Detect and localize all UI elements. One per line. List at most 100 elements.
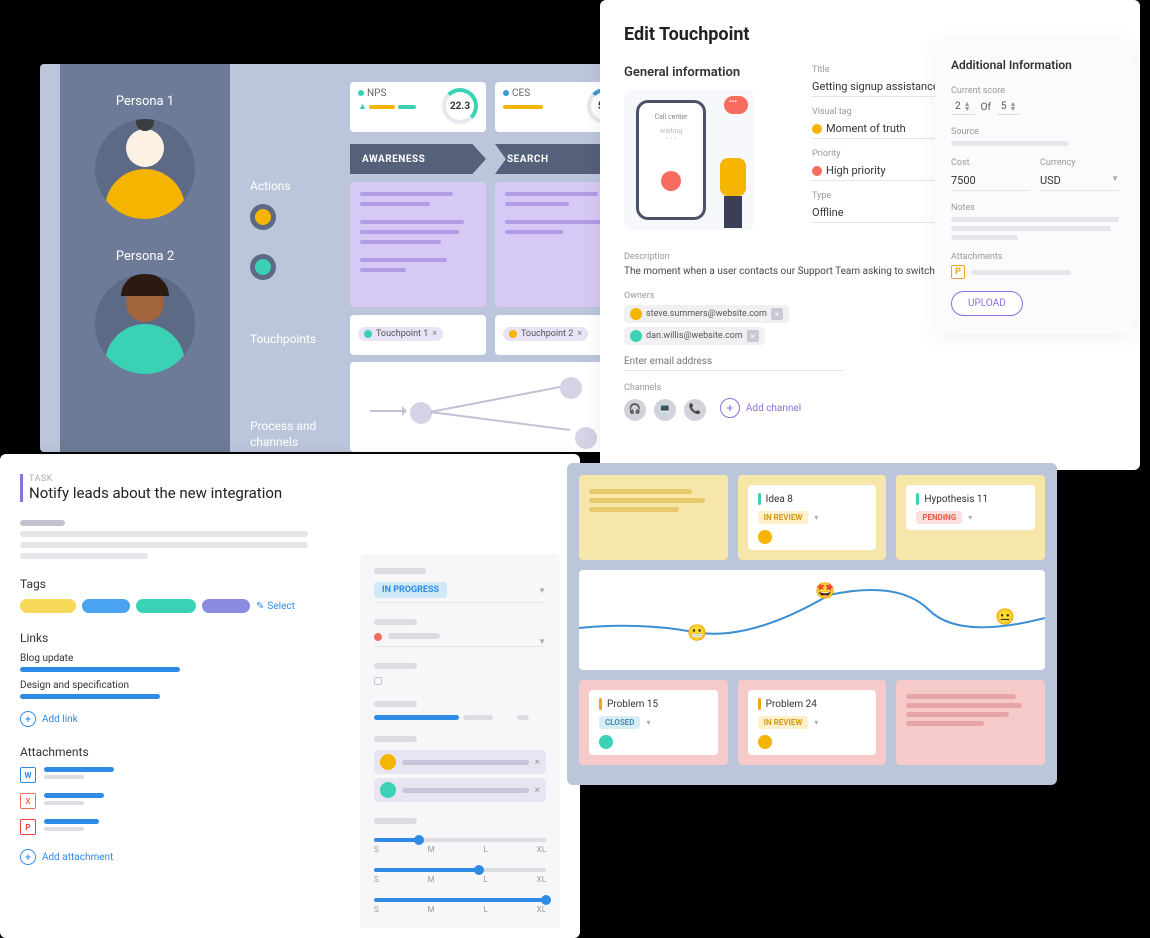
chevron-down-icon[interactable]: ▾	[814, 718, 818, 727]
attachment-item[interactable]: P	[20, 819, 340, 835]
remove-icon[interactable]: ×	[432, 329, 437, 339]
remove-icon[interactable]: ×	[577, 329, 582, 339]
tag-pill[interactable]	[202, 599, 250, 613]
row-actions-label: Actions	[250, 179, 291, 193]
row-avatar-icon	[250, 204, 276, 230]
board-cell[interactable]: Hypothesis 11 PENDING▾	[896, 475, 1045, 560]
assignee-chip[interactable]: ×	[374, 750, 546, 774]
add-attachment-button[interactable]: +Add attachment	[20, 849, 113, 865]
add-channel-button[interactable]: +Add channel	[720, 398, 801, 418]
tag-pill[interactable]	[20, 599, 76, 613]
task-title[interactable]: Notify leads about the new integration	[20, 484, 340, 502]
assignee-chip[interactable]: ×	[374, 778, 546, 802]
attachment-item[interactable]: X	[20, 793, 340, 809]
process-diagram[interactable]	[350, 362, 608, 452]
remove-icon[interactable]: ×	[747, 330, 759, 342]
persona-1-avatar	[95, 119, 195, 219]
additional-heading: Additional Information	[951, 58, 1119, 72]
chevron-down-icon[interactable]: ▾	[814, 513, 818, 522]
owner-chip[interactable]: dan.willis@website.com×	[624, 327, 765, 345]
touchpoint-2-label: Touchpoint 2	[521, 329, 573, 339]
touchpoint-card-2[interactable]: Touchpoint 2 ×	[495, 315, 608, 355]
touchpoint-1-label: Touchpoint 1	[376, 329, 428, 339]
idea-8-card[interactable]: Idea 8 IN REVIEW▾	[748, 485, 877, 550]
status-badge[interactable]: IN PROGRESS	[374, 582, 447, 598]
status-badge: PENDING	[916, 511, 962, 524]
attachments-label: Attachments	[951, 252, 1119, 262]
task-kicker: TASK	[20, 474, 340, 484]
channel-laptop-icon[interactable]: 💻	[654, 399, 676, 421]
cost-input[interactable]: 7500	[951, 171, 1030, 191]
channel-phone-icon[interactable]: 📞	[684, 399, 706, 421]
channels-label: Channels	[624, 383, 1116, 393]
journey-map-panel: Persona 1 Persona 2 Actions Touchpoints …	[40, 64, 608, 452]
hypothesis-11-card[interactable]: Hypothesis 11 PENDING▾	[906, 485, 1035, 530]
owner-email-input[interactable]	[624, 353, 844, 371]
upload-button[interactable]: UPLOAD	[951, 291, 1023, 316]
row-touchpoints-label: Touchpoints	[250, 332, 316, 346]
plus-icon: +	[20, 711, 36, 727]
score-to-input[interactable]: 5▲▼	[997, 99, 1021, 115]
problem-15-card[interactable]: Problem 15 CLOSED▾	[589, 690, 718, 755]
size-slider[interactable]	[374, 838, 546, 842]
add-link-button[interactable]: +Add link	[20, 711, 78, 727]
phone-illustration: Call center waiting • • •	[624, 90, 754, 230]
remove-icon[interactable]: ×	[535, 757, 540, 768]
board-cell[interactable]: Problem 15 CLOSED▾	[579, 680, 728, 765]
plus-icon: +	[20, 849, 36, 865]
remove-icon[interactable]: ×	[771, 308, 783, 320]
links-section-label: Links	[20, 631, 340, 645]
currency-label: Currency	[1040, 158, 1119, 168]
link-item[interactable]: Design and specification	[20, 680, 340, 699]
stage-awareness[interactable]: AWARENESS	[350, 144, 486, 174]
persona-2-name: Persona 2	[60, 249, 230, 264]
channel-headset-icon[interactable]: 🎧	[624, 399, 646, 421]
emotion-chart: 😬 🤩 😐	[579, 570, 1045, 670]
chevron-down-icon[interactable]: ▾	[968, 513, 972, 522]
size-slider[interactable]	[374, 868, 546, 872]
cost-label: Cost	[951, 158, 1030, 168]
ces-metric-card[interactable]: CES 5.4	[495, 82, 608, 132]
task-panel: TASK Notify leads about the new integrat…	[0, 454, 580, 938]
plus-icon: +	[720, 398, 740, 418]
row-process-label: Process and channels	[250, 419, 345, 450]
actions-card-search[interactable]	[495, 182, 608, 307]
board-cell[interactable]	[896, 680, 1045, 765]
chevron-down-icon[interactable]: ▼	[538, 586, 546, 595]
link-item[interactable]: Blog update	[20, 653, 340, 672]
avatar-icon	[758, 530, 772, 544]
persona-1-name: Persona 1	[60, 94, 230, 109]
score-of-text: Of	[981, 102, 991, 113]
attachment-item[interactable]: W	[20, 767, 340, 783]
nps-value: 22.3	[442, 88, 478, 124]
process-node-icon	[560, 377, 582, 399]
stage-search[interactable]: SEARCH	[495, 144, 608, 174]
problem-24-card[interactable]: Problem 24 IN REVIEW▾	[748, 690, 877, 755]
chevron-down-icon[interactable]: ▾	[646, 718, 650, 727]
row-avatar-icon	[250, 254, 276, 280]
board-cell[interactable]	[579, 475, 728, 560]
status-badge: IN REVIEW	[758, 511, 809, 524]
remove-icon[interactable]: ×	[535, 785, 540, 796]
currency-select[interactable]: USD▼	[1040, 171, 1119, 191]
board-cell[interactable]: Problem 24 IN REVIEW▾	[738, 680, 887, 765]
size-slider[interactable]	[374, 898, 546, 902]
touchpoint-card-1[interactable]: Touchpoint 1 ×	[350, 315, 486, 355]
tag-pill[interactable]	[82, 599, 130, 613]
nps-metric-card[interactable]: NPS ▲ 22.3	[350, 82, 486, 132]
nps-label: NPS	[367, 88, 386, 99]
process-node-icon	[575, 427, 597, 449]
call-center-text: Call center	[645, 113, 697, 121]
persona-rail: Persona 1 Persona 2	[60, 64, 230, 452]
status-badge: CLOSED	[599, 716, 640, 729]
tag-pill[interactable]	[136, 599, 196, 613]
owner-chip[interactable]: steve.summers@website.com×	[624, 305, 789, 323]
emoji-star-eyes-icon: 🤩	[815, 582, 833, 600]
board-cell[interactable]: Idea 8 IN REVIEW▾	[738, 475, 887, 560]
select-tags-button[interactable]: ✎Select	[256, 601, 295, 612]
file-pdf-icon: P	[20, 819, 36, 835]
score-label: Current score	[951, 86, 1119, 96]
actions-card-awareness[interactable]	[350, 182, 486, 307]
board-panel: Idea 8 IN REVIEW▾ Hypothesis 11 PENDING▾…	[567, 463, 1057, 785]
score-from-input[interactable]: 2▲▼	[951, 99, 975, 115]
